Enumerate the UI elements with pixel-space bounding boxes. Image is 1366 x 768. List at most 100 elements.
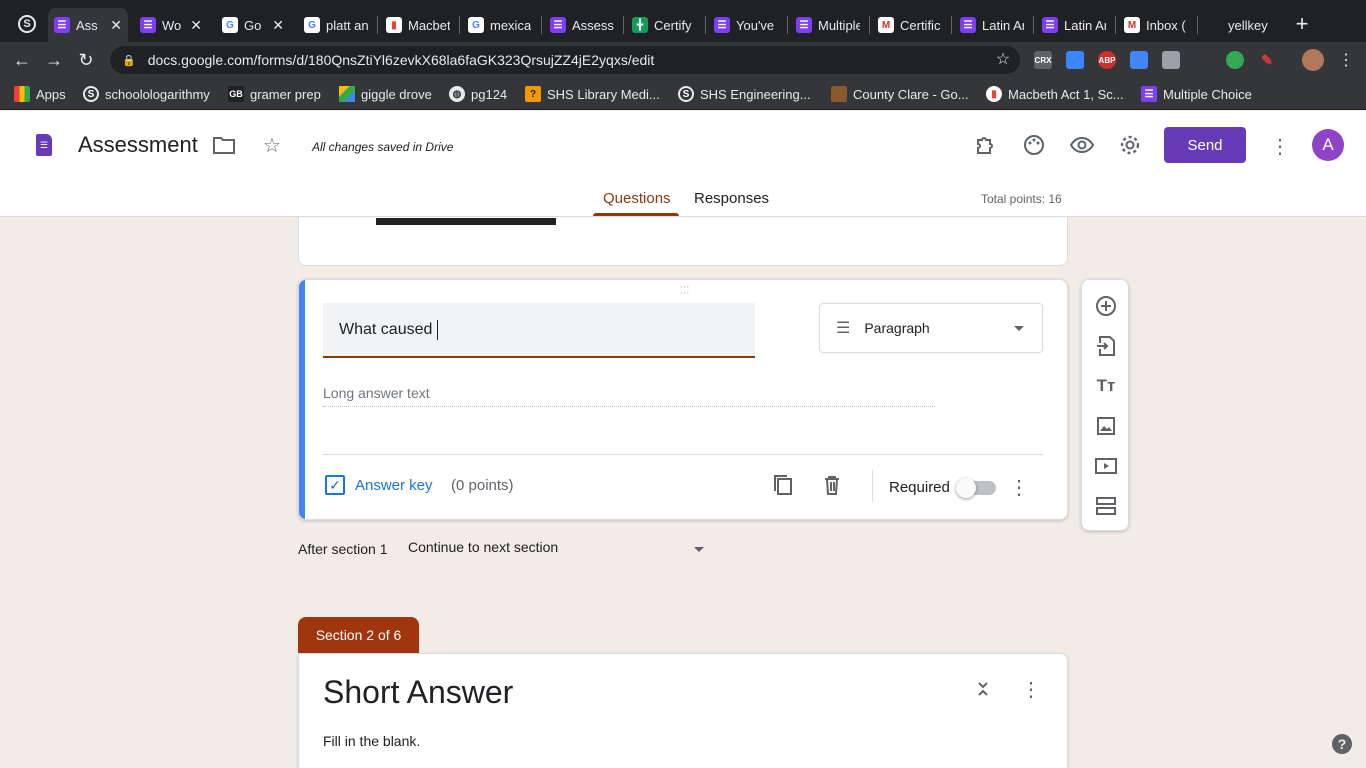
url-text: docs.google.com/forms/d/180QnsZtiYl6zevk… — [147, 52, 655, 68]
tab-separator — [459, 16, 460, 34]
settings-gear-icon[interactable] — [1118, 133, 1142, 157]
answer-key-link[interactable]: Answer key — [355, 477, 433, 494]
required-toggle[interactable] — [956, 478, 996, 498]
tab-separator — [377, 16, 378, 34]
bookmark-star-icon[interactable]: ☆ — [994, 50, 1012, 68]
bookmark-shs-library[interactable]: ? SHS Library Medi... — [525, 84, 660, 104]
question-type-label: Paragraph — [864, 320, 930, 336]
browser-tab[interactable]: yellkey — [1222, 8, 1282, 42]
google-icon: G — [304, 17, 320, 33]
bookmark-giggle-drove[interactable]: giggle drove — [339, 84, 432, 104]
preview-eye-icon[interactable] — [1070, 133, 1094, 157]
close-tab-icon[interactable]: ✕ — [272, 17, 284, 34]
bookmark-apps[interactable]: Apps — [14, 84, 66, 104]
profile-avatar[interactable] — [1302, 49, 1324, 71]
star-icon[interactable]: ☆ — [260, 133, 284, 157]
add-image-icon[interactable] — [1094, 414, 1118, 438]
bookmark-shs-engineering[interactable]: S SHS Engineering... — [678, 84, 811, 104]
bookmark-label: Macbeth Act 1, Sc... — [1008, 86, 1124, 102]
browser-tab[interactable]: M Certific — [872, 8, 948, 42]
pen-extension-icon[interactable]: ✎ — [1258, 51, 1276, 69]
browser-tab[interactable]: ☰ You've — [708, 8, 784, 42]
tab-separator — [787, 16, 788, 34]
bookmark-multiple-choice[interactable]: ☰ Multiple Choice — [1141, 84, 1252, 104]
extension-icon[interactable] — [1194, 51, 1212, 69]
delete-trash-icon[interactable] — [821, 474, 843, 496]
checkmark-extension-icon[interactable] — [1130, 51, 1148, 69]
section-more-options-icon[interactable]: ⋮ — [1021, 678, 1041, 701]
browser-tab[interactable]: G mexica — [462, 8, 538, 42]
browser-tab[interactable]: G platt an — [298, 8, 374, 42]
browser-tab[interactable]: M Inbox ( — [1118, 8, 1194, 42]
account-avatar[interactable]: A — [1312, 129, 1344, 161]
address-bar[interactable]: 🔒 docs.google.com/forms/d/180QnsZtiYl6ze… — [110, 46, 1020, 74]
forms-logo-icon[interactable]: ☰ — [36, 134, 52, 156]
tab-label: Certific — [900, 17, 941, 33]
browser-tab[interactable]: G Go ✕ — [216, 8, 290, 42]
bookmark-pg124[interactable]: ◍ pg124 — [449, 84, 507, 104]
drag-handle-icon[interactable]: ⋯ ⋯ — [675, 283, 693, 299]
browser-tab[interactable]: ☰ Latin Ar — [954, 8, 1030, 42]
owl-extension-icon[interactable] — [1066, 51, 1084, 69]
close-tab-icon[interactable]: ✕ — [190, 17, 202, 34]
reload-icon[interactable]: ↻ — [76, 50, 96, 70]
form-title[interactable]: Assessment — [78, 132, 198, 158]
adblock-extension-icon[interactable]: ABP — [1098, 51, 1116, 69]
tab-responses[interactable]: Responses — [694, 190, 769, 207]
more-options-icon[interactable]: ⋮ — [1270, 135, 1290, 158]
bookmark-macbeth[interactable]: ▮ Macbeth Act 1, Sc... — [986, 84, 1124, 104]
section-title[interactable]: Short Answer — [323, 674, 513, 711]
question-title-text: What caused — [339, 320, 437, 338]
question-more-options-icon[interactable]: ⋮ — [1009, 476, 1029, 499]
bookmark-schoolologarithmy[interactable]: S schoolologarithmy — [83, 84, 210, 104]
bookmark-gramer-prep[interactable]: GB gramer prep — [228, 84, 321, 104]
browser-tab[interactable]: ▮ Macbet — [380, 8, 456, 42]
browser-tab[interactable]: ☰ Assess — [544, 8, 620, 42]
crx-extension-icon[interactable]: CRX — [1034, 51, 1052, 69]
add-title-icon[interactable]: Tт — [1094, 374, 1118, 398]
back-arrow-icon[interactable]: ← — [12, 50, 32, 70]
duplicate-icon[interactable] — [772, 474, 794, 496]
after-section-dropdown[interactable]: Continue to next section — [408, 539, 708, 561]
forms-icon: ☰ — [714, 17, 730, 33]
help-icon[interactable]: ? — [1332, 734, 1352, 754]
browser-tab[interactable]: ╋ Certify — [626, 8, 702, 42]
close-tab-icon[interactable]: ✕ — [110, 17, 122, 34]
long-answer-placeholder: Long answer text — [323, 385, 935, 407]
browser-tab[interactable]: ☰ Latin Ar — [1036, 8, 1112, 42]
required-label: Required — [889, 479, 950, 496]
add-question-icon[interactable] — [1094, 294, 1118, 318]
globe-icon: ◍ — [449, 86, 465, 102]
browser-tab[interactable]: ☰ Multiple — [790, 8, 866, 42]
section-description[interactable]: Fill in the blank. — [323, 733, 420, 749]
new-tab-button[interactable]: + — [1292, 11, 1312, 36]
palette-icon[interactable] — [1022, 133, 1046, 157]
browser-menu-icon[interactable]: ⋮ — [1338, 50, 1354, 70]
browser-tab-active[interactable]: ☰ Ass ✕ — [48, 8, 128, 42]
send-button[interactable]: Send — [1164, 127, 1246, 163]
floating-question-toolbar: Tт — [1081, 279, 1129, 531]
question-type-dropdown[interactable]: ☰ Paragraph — [819, 303, 1043, 353]
add-section-icon[interactable] — [1094, 494, 1118, 518]
collapse-section-icon[interactable] — [974, 679, 992, 699]
schoology-tab-icon[interactable]: S — [18, 15, 36, 33]
forward-arrow-icon[interactable]: → — [44, 50, 64, 70]
briefcase-extension-icon[interactable] — [1162, 51, 1180, 69]
tab-separator — [705, 16, 706, 34]
import-questions-icon[interactable] — [1094, 334, 1118, 358]
schoology-icon: S — [83, 86, 99, 102]
tab-label: Multiple — [818, 17, 860, 33]
card-footer-divider — [323, 454, 1043, 455]
add-video-icon[interactable] — [1094, 454, 1118, 478]
question-title-input[interactable]: What caused — [323, 303, 755, 358]
addons-puzzle-icon[interactable] — [974, 133, 998, 157]
bookmark-county-clare[interactable]: County Clare - Go... — [831, 84, 969, 104]
tab-label: mexica — [490, 17, 532, 33]
tab-questions[interactable]: Questions — [603, 190, 671, 207]
color-extension-icon[interactable] — [1226, 51, 1244, 69]
browser-tab[interactable]: ☰ Wo ✕ — [134, 8, 208, 42]
folder-icon[interactable] — [212, 133, 236, 157]
tab-separator — [541, 16, 542, 34]
forms-icon: ☰ — [140, 17, 156, 33]
answer-key-checkbox-icon[interactable]: ✓ — [325, 475, 345, 495]
